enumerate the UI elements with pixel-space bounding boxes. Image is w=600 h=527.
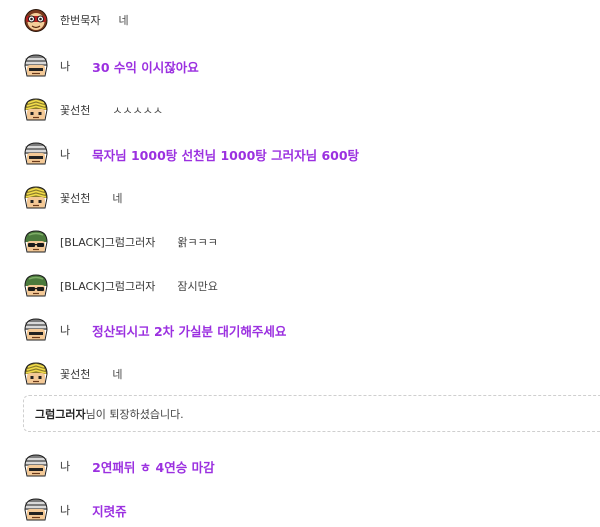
chat-message: 나 30 수익 이시잖아요: [23, 53, 199, 79]
chat-message: 나 지렷쥬: [23, 497, 127, 523]
gray-helmet-avatar-icon: [23, 53, 49, 79]
message-text: ㅅㅅㅅㅅㅅ: [112, 104, 163, 117]
chat-message: 나 2연패뒤 ㅎ 4연승 마감: [23, 453, 215, 479]
gray-helmet-avatar-icon: [23, 317, 49, 343]
message-text: 정산되시고 2차 가실분 대기해주세요: [92, 323, 287, 339]
notice-user: 그럼그러자: [35, 407, 86, 421]
gray-helmet-avatar-icon: [23, 497, 49, 523]
sender-name: [BLACK]그럼그러자: [60, 236, 156, 249]
yellow-chevron-cap-avatar-icon: [23, 361, 49, 387]
chat-message: 나 묵자님 1000탕 선천님 1000탕 그러자님 600탕: [23, 141, 359, 167]
chat-message: 꽃선천 ㅅㅅㅅㅅㅅ: [23, 97, 163, 123]
yellow-chevron-cap-avatar-icon: [23, 185, 49, 211]
message-text: 묵자님 1000탕 선천님 1000탕 그러자님 600탕: [92, 147, 360, 163]
message-text: 네: [118, 14, 129, 27]
system-notice: 그럼그러자 님이 퇴장하셨습니다.: [23, 395, 600, 432]
chat-message: 한번묵자 네: [23, 7, 129, 33]
message-text: 네: [112, 192, 123, 205]
gray-helmet-avatar-icon: [23, 453, 49, 479]
sender-name: 한번묵자: [60, 14, 101, 27]
sender-name: 나: [60, 148, 71, 161]
sender-name: 나: [60, 324, 71, 337]
chat-message: 꽃선천 네: [23, 185, 123, 211]
message-text: 잠시만요: [177, 280, 218, 293]
sender-name: 꽃선천: [60, 368, 91, 381]
message-text: 왉ㅋㅋㅋ: [177, 236, 218, 249]
message-text: 네: [112, 368, 123, 381]
chat-message: 꽃선천 네: [23, 361, 123, 387]
chat-log: 한번묵자 네 나 30 수익 이시잖아요 꽃선천 ㅅㅅㅅㅅㅅ 나 묵자님 100…: [0, 0, 600, 527]
gray-helmet-avatar-icon: [23, 141, 49, 167]
yellow-chevron-cap-avatar-icon: [23, 97, 49, 123]
chat-message: 나 정산되시고 2차 가실분 대기해주세요: [23, 317, 286, 343]
sender-name: 나: [60, 60, 71, 73]
green-helmet-sunglasses-avatar-icon: [23, 229, 49, 255]
green-helmet-sunglasses-avatar-icon: [23, 273, 49, 299]
sender-name: 나: [60, 460, 71, 473]
sender-name: 꽃선천: [60, 192, 91, 205]
sender-name: [BLACK]그럼그러자: [60, 280, 156, 293]
message-text: 30 수익 이시잖아요: [92, 59, 199, 75]
sender-name: 꽃선천: [60, 104, 91, 117]
chat-message: [BLACK]그럼그러자 왉ㅋㅋㅋ: [23, 229, 218, 255]
chat-message: [BLACK]그럼그러자 잠시만요: [23, 273, 218, 299]
red-goggles-avatar-icon: [23, 7, 49, 33]
message-text: 지렷쥬: [92, 503, 127, 519]
notice-text: 님이 퇴장하셨습니다.: [85, 407, 184, 421]
message-text: 2연패뒤 ㅎ 4연승 마감: [92, 459, 215, 475]
sender-name: 나: [60, 504, 71, 517]
